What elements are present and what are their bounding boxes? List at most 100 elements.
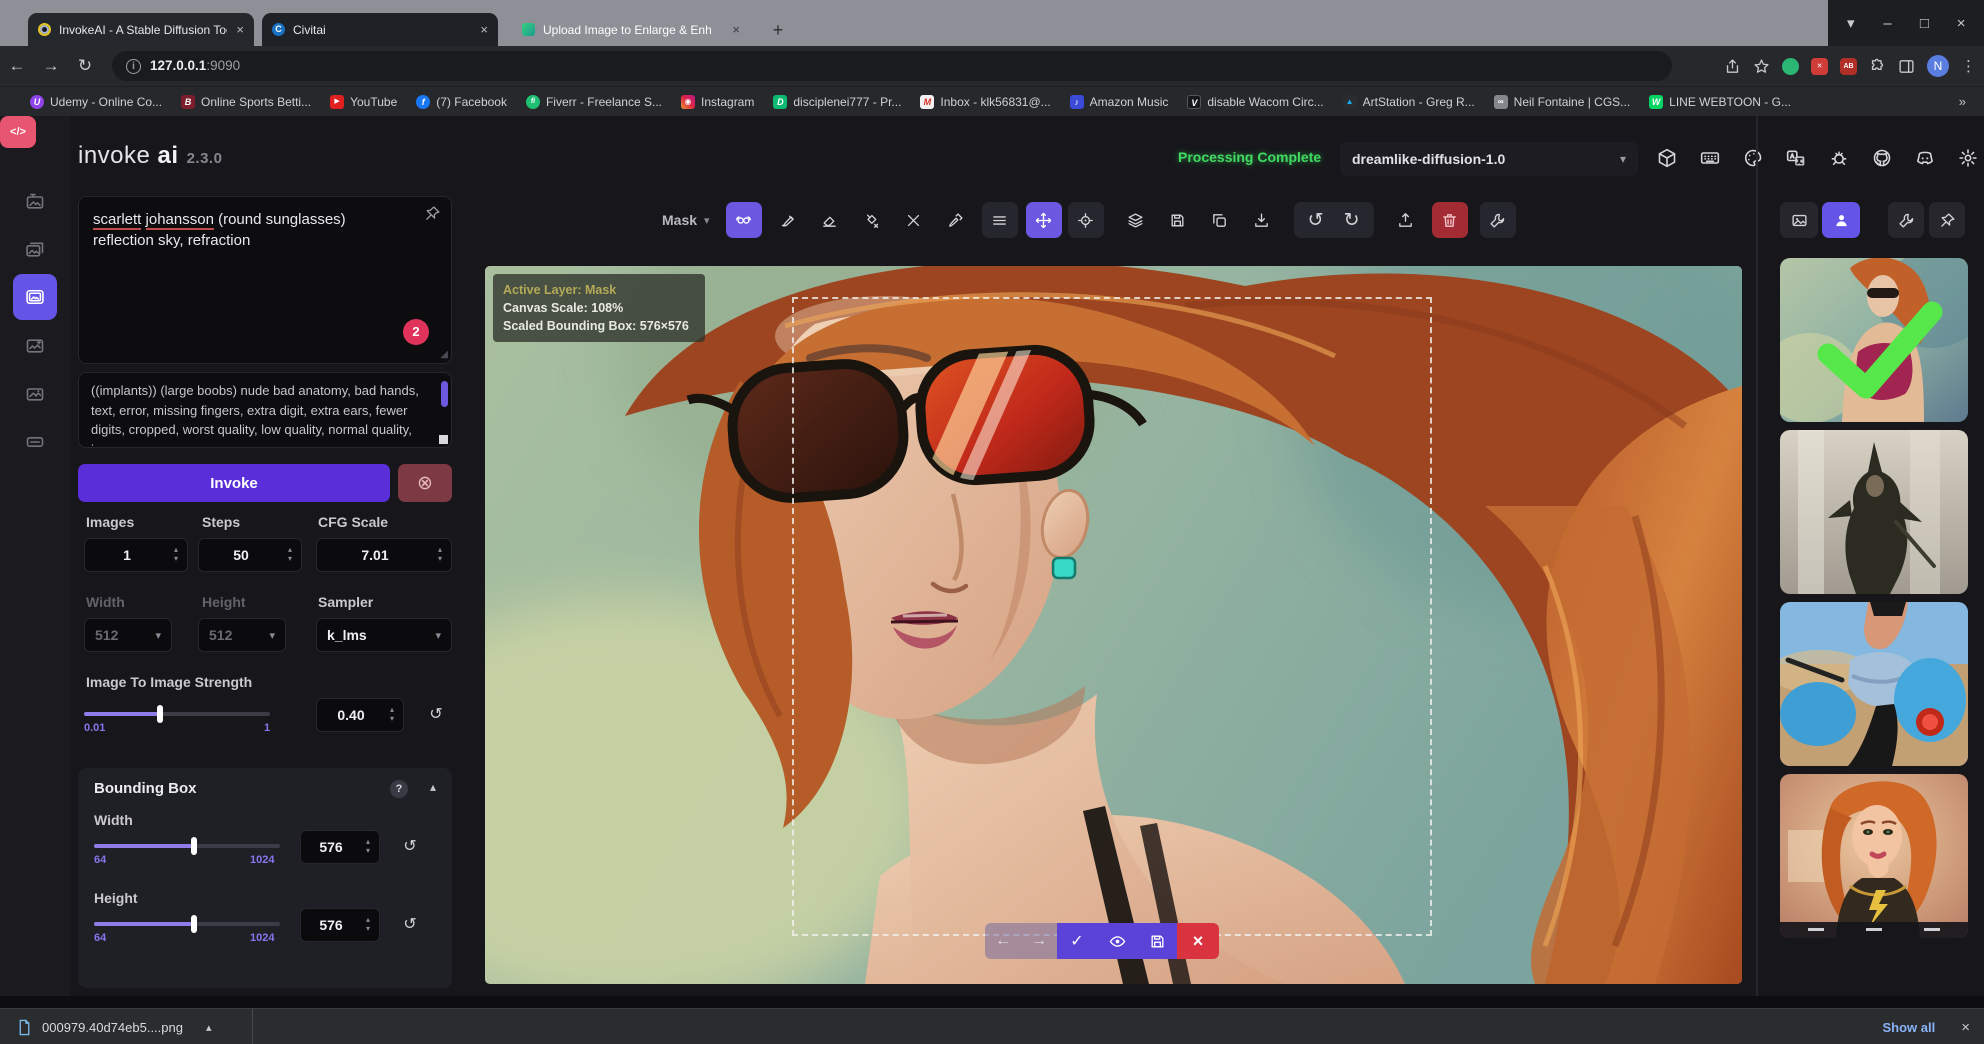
bookmark-item[interactable]: Ddisciplenei777 - Pr... [773,95,901,109]
gallery-thumbnail[interactable] [1780,430,1968,594]
resize-grip-icon[interactable] [439,435,448,444]
side-panel-icon[interactable] [1898,58,1915,75]
close-downloads-bar-icon[interactable]: × [1961,1019,1970,1036]
previous-image-button[interactable]: ← [985,923,1021,959]
bookmark-star-icon[interactable] [1753,58,1770,75]
slider-handle[interactable] [191,915,197,933]
model-manager-button[interactable] [1652,140,1682,176]
gallery-pin-button[interactable] [1929,202,1965,238]
copy-to-clipboard-button[interactable] [1202,202,1238,238]
erase-bounding-box-button[interactable] [854,202,890,238]
accept-image-button[interactable]: ✓ [1057,923,1097,959]
bookmark-item[interactable]: f(7) Facebook [416,95,507,109]
stepper[interactable]: ▴▾ [361,838,379,856]
mask-options-button[interactable] [726,202,762,238]
stepper[interactable]: ▴▾ [385,706,403,724]
gallery-thumbnail-selected[interactable] [1780,258,1968,422]
width-select[interactable]: 512 ▾ [84,618,172,652]
tab-image-to-image[interactable] [13,230,57,270]
help-icon[interactable]: ? [390,780,408,798]
bookmark-item[interactable]: BOnline Sports Betti... [181,95,311,109]
bbox-width-input[interactable]: 576 ▴▾ [300,830,380,864]
tab-training[interactable] [13,422,57,462]
canvas-settings-button[interactable] [1480,202,1516,238]
collapse-chevron-icon[interactable]: ▴ [430,780,436,794]
report-bug-button[interactable] [1824,140,1854,176]
browser-menu-caret-icon[interactable]: ▾ [1837,14,1865,32]
bookmark-item[interactable]: ◉Instagram [681,95,754,109]
maximize-button[interactable]: □ [1910,15,1938,32]
show-hide-image-button[interactable] [1097,923,1137,959]
settings-gear-button[interactable] [1953,140,1983,176]
browser-menu-icon[interactable]: ⋮ [1961,57,1976,75]
negative-prompt-input[interactable]: ((implants)) (large boobs) nude bad anat… [78,372,452,448]
minimize-button[interactable]: – [1874,15,1902,32]
profile-avatar[interactable]: N [1927,55,1949,77]
bookmark-item[interactable]: ▲ArtStation - Greg R... [1343,95,1475,109]
back-icon[interactable]: ← [0,56,34,76]
unified-canvas[interactable]: Active Layer: Mask Canvas Scale: 108% Sc… [485,266,1742,984]
mute-extension-icon[interactable]: ✕ [1811,58,1828,75]
images-input[interactable]: 1 ▴▾ [84,538,188,572]
stepper[interactable]: ▴▾ [283,546,301,564]
prompt-input[interactable]: scarlett johansson (round sunglasses) re… [78,196,452,364]
bookmark-item[interactable]: MInbox - klk56831@... [920,95,1050,109]
bookmark-item[interactable]: ▶YouTube [330,95,397,109]
reset-view-button[interactable] [1068,202,1104,238]
undo-button[interactable]: ↺ [1298,202,1334,238]
forward-icon[interactable]: → [34,56,68,76]
tab-text-to-image[interactable] [13,182,57,222]
save-staged-image-button[interactable] [1137,923,1177,959]
invoke-button[interactable]: Invoke [78,464,390,502]
merge-layers-button[interactable] [1118,202,1154,238]
extensions-puzzle-icon[interactable] [1869,58,1886,75]
brush-tool-button[interactable] [770,202,806,238]
cfg-input[interactable]: 7.01 ▴▾ [316,538,452,572]
site-info-icon[interactable]: i [126,59,141,74]
bookmark-item[interactable]: ♪Amazon Music [1070,95,1169,109]
close-window-button[interactable]: × [1947,15,1975,32]
upload-image-button[interactable] [1388,202,1424,238]
download-item[interactable]: 000979.40d74eb5....png ▴ [16,1009,212,1044]
clear-canvas-button[interactable] [1432,202,1468,238]
bookmark-item[interactable]: UUdemy - Online Co... [30,95,162,109]
strength-input[interactable]: 0.40 ▴▾ [316,698,404,732]
brush-options-button[interactable] [982,202,1018,238]
bookmark-item[interactable]: ∞Neil Fontaine | CGS... [1494,95,1631,109]
strength-slider[interactable] [84,712,270,716]
resize-grip-icon[interactable]: ◢ [440,348,448,362]
move-tool-button[interactable] [1026,202,1062,238]
bbox-width-reset-button[interactable]: ↺ [396,832,424,860]
bookmark-item[interactable]: fiFiverr - Freelance S... [526,95,662,109]
stepper[interactable]: ▴▾ [361,916,379,934]
layer-select[interactable]: Mask ▾ [662,212,710,228]
redo-button[interactable]: ↻ [1334,202,1370,238]
pin-icon[interactable] [424,205,441,222]
gallery-images-button[interactable] [1780,202,1818,238]
bounding-box-selection[interactable] [792,297,1432,936]
bookmark-item[interactable]: WLINE WEBTOON - G... [1649,95,1791,109]
slider-handle[interactable] [191,837,197,855]
cancel-button[interactable]: ⊗ [398,464,452,502]
language-button[interactable] [1781,140,1811,176]
model-select[interactable]: dreamlike-diffusion-1.0 ▾ [1340,142,1638,176]
bbox-height-input[interactable]: 576 ▴▾ [300,908,380,942]
discord-button[interactable] [1910,140,1940,176]
tab-close-icon[interactable]: × [236,22,244,37]
scrollbar-thumb[interactable] [441,381,448,407]
bookmark-item[interactable]: Vdisable Wacom Circ... [1187,95,1323,109]
tab-nodes[interactable] [13,374,57,414]
save-to-gallery-button[interactable] [1160,202,1196,238]
next-image-button[interactable]: → [1021,923,1057,959]
eraser-tool-button[interactable] [812,202,848,238]
tab-close-icon[interactable]: × [732,22,740,37]
height-select[interactable]: 512 ▾ [198,618,286,652]
adblock-extension-icon[interactable]: AB [1840,58,1857,75]
stepper[interactable]: ▴▾ [169,546,187,564]
tab-civitai[interactable]: C Civitai × [262,13,498,46]
hotkeys-button[interactable] [1695,140,1725,176]
reload-icon[interactable]: ↻ [68,56,102,76]
theme-palette-button[interactable] [1738,140,1768,176]
github-button[interactable] [1867,140,1897,176]
slider-handle[interactable] [157,705,163,723]
